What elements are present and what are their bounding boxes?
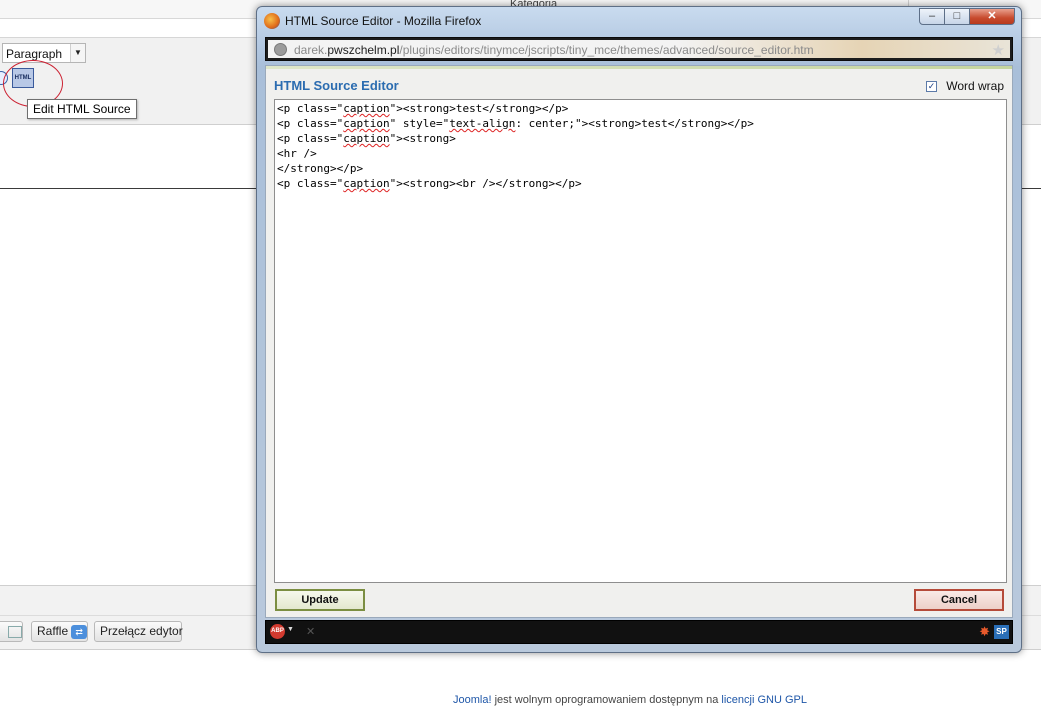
word-wrap-checkbox[interactable]: ✓ (926, 81, 937, 92)
address-field[interactable]: darek.pwszchelm.pl/plugins/editors/tinym… (268, 40, 1010, 59)
star-icon[interactable]: ★ (992, 41, 1005, 59)
word-wrap-label[interactable]: Word wrap (946, 79, 1004, 93)
format-select[interactable]: Paragraph ▼ (2, 43, 86, 63)
source-line[interactable]: <p class="caption"><strong><br /></stron… (275, 176, 754, 191)
footer: Joomla! jest wolnym oprogramowaniem dost… (0, 694, 1041, 706)
url-prefix: darek. (294, 43, 328, 57)
source-line[interactable]: <p class="caption"><strong> (275, 131, 754, 146)
joomla-link[interactable]: Joomla! (453, 694, 492, 706)
raffle-icon: ⇄ (71, 624, 88, 639)
source-line[interactable]: <p class="caption"><strong>test</strong>… (275, 101, 754, 116)
close-button[interactable]: ✕ (970, 8, 1015, 25)
cancel-button[interactable]: Cancel (914, 589, 1004, 611)
globe-icon (274, 43, 287, 56)
chevron-down-icon[interactable]: ▼ (287, 626, 294, 633)
dialog-title: HTML Source Editor (274, 78, 399, 93)
dialog-content: HTML Source Editor ✓ Word wrap <p class=… (265, 65, 1013, 618)
address-bar[interactable]: darek.pwszchelm.pl/plugins/editors/tinym… (265, 37, 1013, 61)
footer-text: jest wolnym oprogramowaniem dostępnym na (491, 694, 722, 706)
source-line[interactable]: <p class="caption" style="text-align: ce… (275, 116, 754, 131)
source-line[interactable]: <hr /> (275, 146, 754, 161)
minimize-button[interactable]: – (919, 8, 945, 25)
window-title: HTML Source Editor - Mozilla Firefox (285, 14, 482, 28)
chevron-down-icon[interactable]: ▼ (70, 44, 85, 62)
window-controls: – □ ✕ (919, 8, 1015, 27)
firefox-popup-window: HTML Source Editor - Mozilla Firefox – □… (256, 6, 1022, 653)
toggle-editor-button[interactable]: Przełącz edytor (94, 621, 183, 642)
license-link[interactable]: licencji GNU GPL (721, 694, 807, 706)
image-button[interactable] (0, 621, 23, 642)
raffle-label: Raffle (37, 624, 69, 638)
update-button[interactable]: Update (275, 589, 365, 611)
maximize-button[interactable]: □ (945, 8, 970, 25)
firebug-icon[interactable]: ✸ (979, 624, 990, 640)
tooltip: Edit HTML Source (27, 99, 137, 119)
source-code[interactable]: <p class="caption"><strong>test</strong>… (275, 101, 754, 191)
source-textarea[interactable]: <p class="caption"><strong>test</strong>… (274, 99, 1007, 583)
adblock-icon[interactable]: ABP (270, 624, 285, 639)
image-icon (8, 626, 22, 638)
status-bar: ABP ▼ ✕ ✸ SP (265, 620, 1013, 644)
content-top-stripe (266, 66, 1012, 69)
url-path: /plugins/editors/tinymce/jscripts/tiny_m… (399, 43, 814, 57)
url-text: darek.pwszchelm.pl/plugins/editors/tinym… (294, 43, 814, 57)
sp-icon[interactable]: SP (994, 625, 1009, 639)
close-icon[interactable]: ✕ (306, 625, 315, 638)
firefox-icon (264, 13, 280, 29)
url-domain: pwszchelm.pl (327, 43, 400, 57)
raffle-button[interactable]: Raffle ⇄ (31, 621, 88, 642)
source-line[interactable]: </strong></p> (275, 161, 754, 176)
format-select-value: Paragraph (6, 47, 63, 61)
